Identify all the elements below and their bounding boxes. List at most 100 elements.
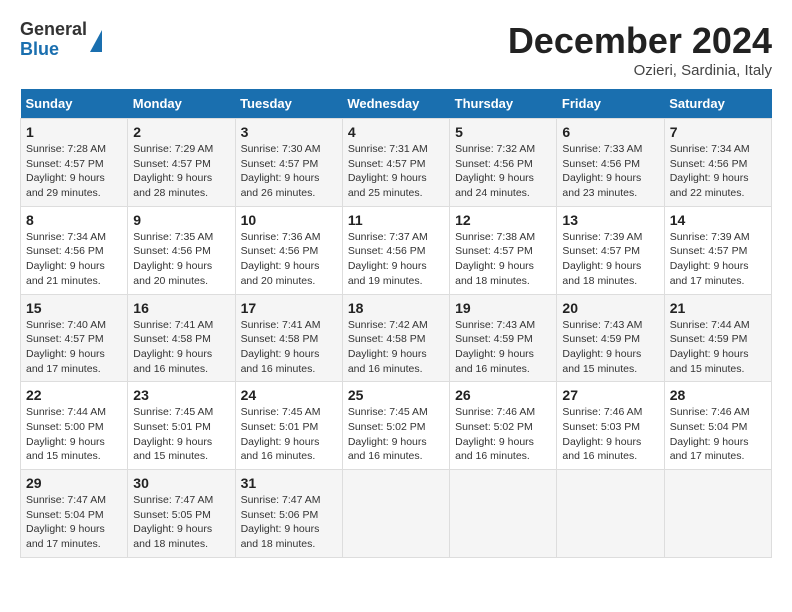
day-number: 2 [133, 124, 229, 140]
calendar-day-cell: 16 Sunrise: 7:41 AMSunset: 4:58 PMDaylig… [128, 294, 235, 382]
calendar-day-cell: 9 Sunrise: 7:35 AMSunset: 4:56 PMDayligh… [128, 206, 235, 294]
day-number: 23 [133, 387, 229, 403]
day-info: Sunrise: 7:43 AMSunset: 4:59 PMDaylight:… [562, 318, 658, 377]
day-info: Sunrise: 7:34 AMSunset: 4:56 PMDaylight:… [670, 142, 766, 201]
calendar-day-cell: 24 Sunrise: 7:45 AMSunset: 5:01 PMDaylig… [235, 382, 342, 470]
day-info: Sunrise: 7:46 AMSunset: 5:03 PMDaylight:… [562, 405, 658, 464]
day-number: 24 [241, 387, 337, 403]
calendar-day-cell: 22 Sunrise: 7:44 AMSunset: 5:00 PMDaylig… [21, 382, 128, 470]
day-number: 21 [670, 300, 766, 316]
day-info: Sunrise: 7:44 AMSunset: 5:00 PMDaylight:… [26, 405, 122, 464]
calendar-week-row: 29 Sunrise: 7:47 AMSunset: 5:04 PMDaylig… [21, 470, 772, 558]
day-number: 7 [670, 124, 766, 140]
day-number: 14 [670, 212, 766, 228]
location: Ozieri, Sardinia, Italy [508, 62, 772, 79]
weekday-header-row: SundayMondayTuesdayWednesdayThursdayFrid… [21, 89, 772, 119]
day-info: Sunrise: 7:41 AMSunset: 4:58 PMDaylight:… [133, 318, 229, 377]
day-number: 5 [455, 124, 551, 140]
calendar-week-row: 15 Sunrise: 7:40 AMSunset: 4:57 PMDaylig… [21, 294, 772, 382]
calendar-day-cell: 7 Sunrise: 7:34 AMSunset: 4:56 PMDayligh… [664, 119, 771, 207]
weekday-header-cell: Wednesday [342, 89, 449, 119]
day-number: 19 [455, 300, 551, 316]
day-info: Sunrise: 7:28 AMSunset: 4:57 PMDaylight:… [26, 142, 122, 201]
calendar-day-cell: 5 Sunrise: 7:32 AMSunset: 4:56 PMDayligh… [450, 119, 557, 207]
day-number: 28 [670, 387, 766, 403]
calendar-day-cell [557, 470, 664, 558]
calendar-day-cell: 27 Sunrise: 7:46 AMSunset: 5:03 PMDaylig… [557, 382, 664, 470]
day-number: 26 [455, 387, 551, 403]
calendar-day-cell: 8 Sunrise: 7:34 AMSunset: 4:56 PMDayligh… [21, 206, 128, 294]
calendar-day-cell: 23 Sunrise: 7:45 AMSunset: 5:01 PMDaylig… [128, 382, 235, 470]
day-info: Sunrise: 7:45 AMSunset: 5:01 PMDaylight:… [241, 405, 337, 464]
day-number: 17 [241, 300, 337, 316]
calendar-day-cell [664, 470, 771, 558]
logo: General Blue [20, 20, 102, 60]
calendar-day-cell [342, 470, 449, 558]
day-info: Sunrise: 7:30 AMSunset: 4:57 PMDaylight:… [241, 142, 337, 201]
day-info: Sunrise: 7:47 AMSunset: 5:04 PMDaylight:… [26, 493, 122, 552]
calendar-day-cell: 13 Sunrise: 7:39 AMSunset: 4:57 PMDaylig… [557, 206, 664, 294]
day-info: Sunrise: 7:46 AMSunset: 5:02 PMDaylight:… [455, 405, 551, 464]
calendar-day-cell: 15 Sunrise: 7:40 AMSunset: 4:57 PMDaylig… [21, 294, 128, 382]
calendar-week-row: 8 Sunrise: 7:34 AMSunset: 4:56 PMDayligh… [21, 206, 772, 294]
calendar-day-cell: 19 Sunrise: 7:43 AMSunset: 4:59 PMDaylig… [450, 294, 557, 382]
day-info: Sunrise: 7:41 AMSunset: 4:58 PMDaylight:… [241, 318, 337, 377]
day-number: 29 [26, 475, 122, 491]
day-number: 16 [133, 300, 229, 316]
calendar-body: 1 Sunrise: 7:28 AMSunset: 4:57 PMDayligh… [21, 119, 772, 558]
calendar-day-cell: 21 Sunrise: 7:44 AMSunset: 4:59 PMDaylig… [664, 294, 771, 382]
calendar-day-cell: 4 Sunrise: 7:31 AMSunset: 4:57 PMDayligh… [342, 119, 449, 207]
day-number: 22 [26, 387, 122, 403]
day-number: 6 [562, 124, 658, 140]
calendar-day-cell: 30 Sunrise: 7:47 AMSunset: 5:05 PMDaylig… [128, 470, 235, 558]
calendar-day-cell [450, 470, 557, 558]
day-number: 3 [241, 124, 337, 140]
calendar-day-cell: 3 Sunrise: 7:30 AMSunset: 4:57 PMDayligh… [235, 119, 342, 207]
day-number: 18 [348, 300, 444, 316]
calendar-day-cell: 25 Sunrise: 7:45 AMSunset: 5:02 PMDaylig… [342, 382, 449, 470]
calendar-week-row: 22 Sunrise: 7:44 AMSunset: 5:00 PMDaylig… [21, 382, 772, 470]
day-number: 30 [133, 475, 229, 491]
day-info: Sunrise: 7:37 AMSunset: 4:56 PMDaylight:… [348, 230, 444, 289]
day-info: Sunrise: 7:31 AMSunset: 4:57 PMDaylight:… [348, 142, 444, 201]
day-number: 1 [26, 124, 122, 140]
day-number: 11 [348, 212, 444, 228]
calendar-day-cell: 29 Sunrise: 7:47 AMSunset: 5:04 PMDaylig… [21, 470, 128, 558]
day-info: Sunrise: 7:29 AMSunset: 4:57 PMDaylight:… [133, 142, 229, 201]
day-number: 8 [26, 212, 122, 228]
calendar-day-cell: 31 Sunrise: 7:47 AMSunset: 5:06 PMDaylig… [235, 470, 342, 558]
day-info: Sunrise: 7:39 AMSunset: 4:57 PMDaylight:… [562, 230, 658, 289]
weekday-header-cell: Saturday [664, 89, 771, 119]
day-info: Sunrise: 7:32 AMSunset: 4:56 PMDaylight:… [455, 142, 551, 201]
calendar-table: SundayMondayTuesdayWednesdayThursdayFrid… [20, 89, 772, 558]
calendar-day-cell: 1 Sunrise: 7:28 AMSunset: 4:57 PMDayligh… [21, 119, 128, 207]
weekday-header-cell: Tuesday [235, 89, 342, 119]
page-header: General Blue December 2024 Ozieri, Sardi… [20, 20, 772, 79]
logo-icon [90, 30, 102, 52]
calendar-day-cell: 18 Sunrise: 7:42 AMSunset: 4:58 PMDaylig… [342, 294, 449, 382]
day-number: 10 [241, 212, 337, 228]
weekday-header-cell: Sunday [21, 89, 128, 119]
day-info: Sunrise: 7:45 AMSunset: 5:01 PMDaylight:… [133, 405, 229, 464]
calendar-day-cell: 28 Sunrise: 7:46 AMSunset: 5:04 PMDaylig… [664, 382, 771, 470]
calendar-day-cell: 6 Sunrise: 7:33 AMSunset: 4:56 PMDayligh… [557, 119, 664, 207]
day-info: Sunrise: 7:44 AMSunset: 4:59 PMDaylight:… [670, 318, 766, 377]
day-info: Sunrise: 7:33 AMSunset: 4:56 PMDaylight:… [562, 142, 658, 201]
calendar-day-cell: 20 Sunrise: 7:43 AMSunset: 4:59 PMDaylig… [557, 294, 664, 382]
day-number: 20 [562, 300, 658, 316]
day-info: Sunrise: 7:39 AMSunset: 4:57 PMDaylight:… [670, 230, 766, 289]
day-number: 27 [562, 387, 658, 403]
calendar-day-cell: 11 Sunrise: 7:37 AMSunset: 4:56 PMDaylig… [342, 206, 449, 294]
day-info: Sunrise: 7:47 AMSunset: 5:05 PMDaylight:… [133, 493, 229, 552]
day-number: 31 [241, 475, 337, 491]
day-info: Sunrise: 7:47 AMSunset: 5:06 PMDaylight:… [241, 493, 337, 552]
day-info: Sunrise: 7:46 AMSunset: 5:04 PMDaylight:… [670, 405, 766, 464]
day-info: Sunrise: 7:43 AMSunset: 4:59 PMDaylight:… [455, 318, 551, 377]
day-info: Sunrise: 7:34 AMSunset: 4:56 PMDaylight:… [26, 230, 122, 289]
weekday-header-cell: Thursday [450, 89, 557, 119]
day-info: Sunrise: 7:45 AMSunset: 5:02 PMDaylight:… [348, 405, 444, 464]
month-title: December 2024 [508, 20, 772, 62]
calendar-week-row: 1 Sunrise: 7:28 AMSunset: 4:57 PMDayligh… [21, 119, 772, 207]
day-info: Sunrise: 7:35 AMSunset: 4:56 PMDaylight:… [133, 230, 229, 289]
day-info: Sunrise: 7:42 AMSunset: 4:58 PMDaylight:… [348, 318, 444, 377]
